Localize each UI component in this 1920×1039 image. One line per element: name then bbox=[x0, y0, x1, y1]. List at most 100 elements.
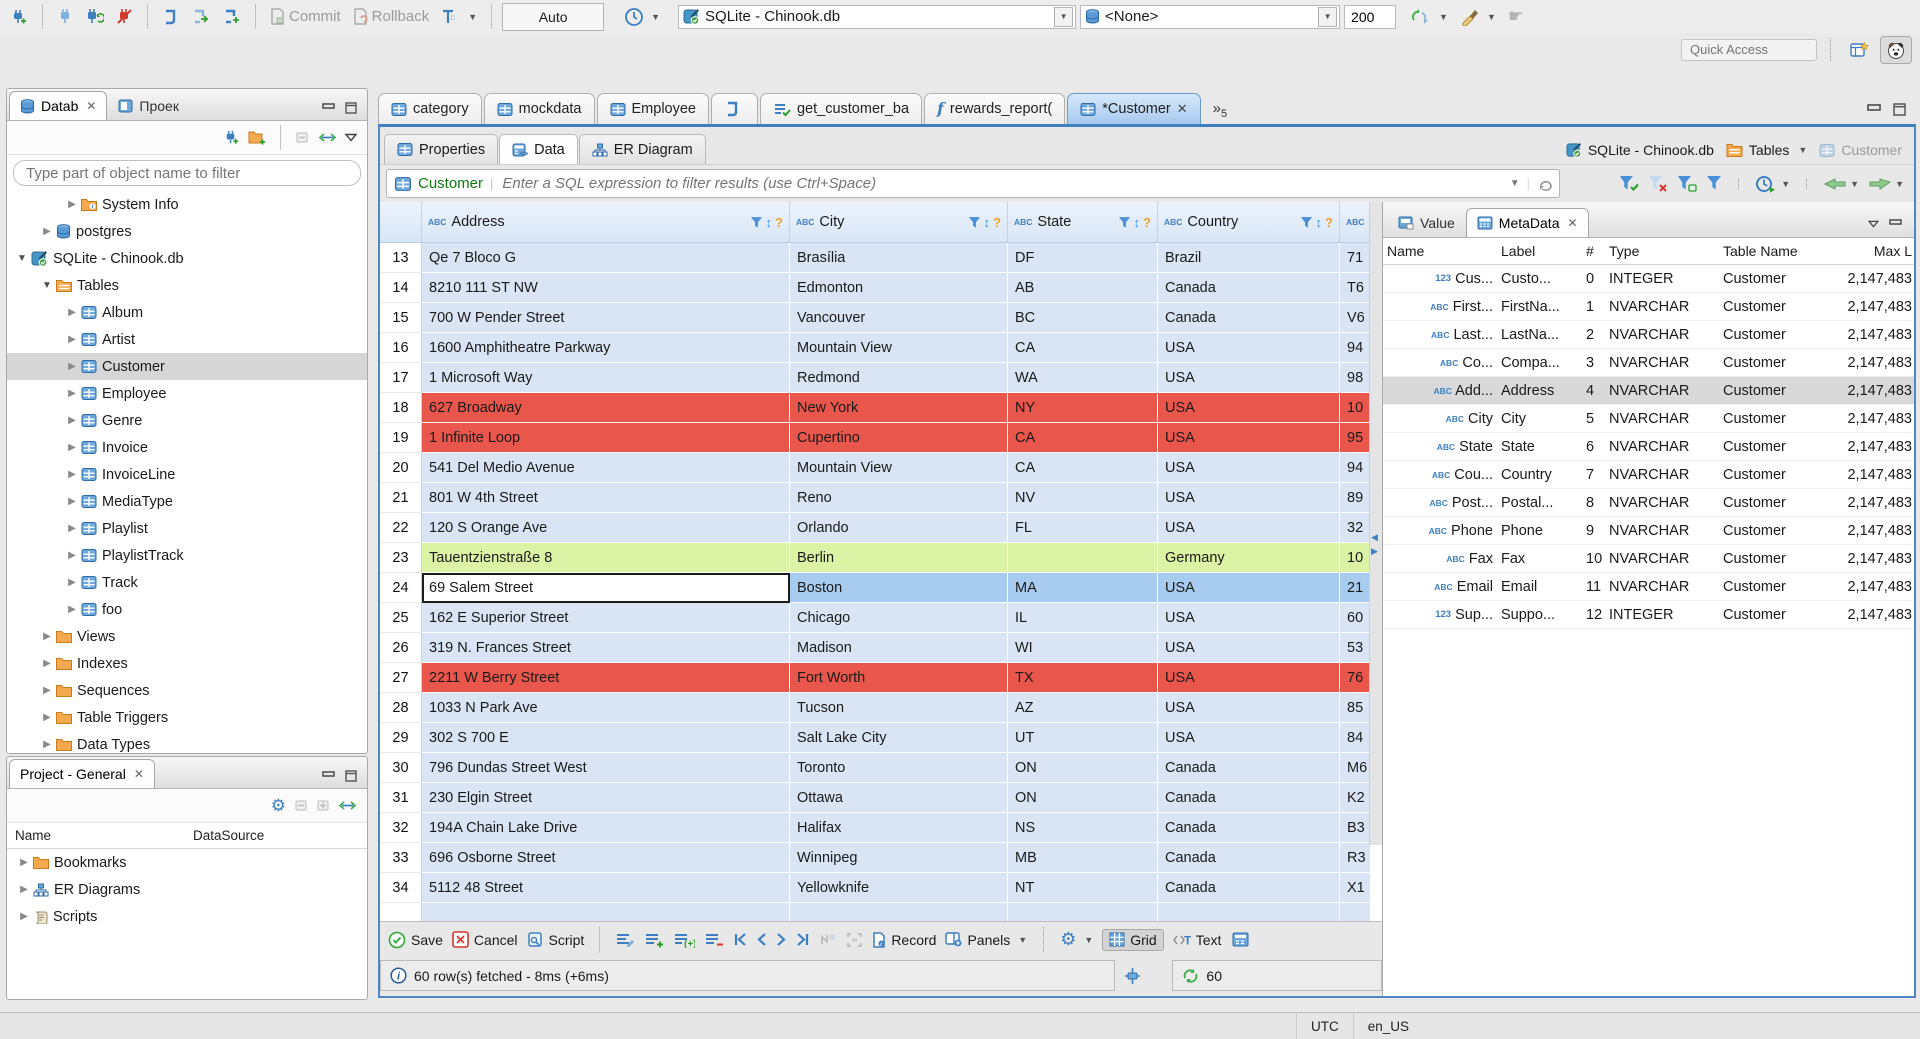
meta-cell-label[interactable]: Suppo... bbox=[1497, 607, 1585, 623]
grid-cell-city[interactable]: Edmonton bbox=[790, 273, 1008, 303]
meta-cell-table[interactable]: Customer bbox=[1719, 607, 1819, 623]
grid-cell-address[interactable]: 1033 N Park Ave bbox=[422, 693, 790, 723]
collapse-arrow-icon[interactable]: ▶ bbox=[65, 496, 79, 507]
sync-connection-icon[interactable]: ▼ bbox=[1406, 5, 1452, 29]
new-sql-editor-icon[interactable] bbox=[218, 5, 245, 29]
collapse-arrow-icon[interactable]: ▶ bbox=[65, 523, 79, 534]
settings-gear-icon[interactable]: ⚙ bbox=[271, 796, 286, 816]
row-number[interactable]: 27 bbox=[380, 663, 422, 693]
transaction-log-icon[interactable]: ▼ bbox=[620, 4, 664, 30]
breadcrumb-database[interactable]: SQLite - Chinook.db bbox=[1588, 142, 1714, 158]
sql-editor-icon[interactable] bbox=[158, 5, 183, 29]
tree-item-playlist[interactable]: ▶ Playlist bbox=[7, 515, 367, 542]
row-number[interactable]: 18 bbox=[380, 393, 422, 423]
grid-cell-address[interactable]: 319 N. Frances Street bbox=[422, 633, 790, 663]
meta-cell-type[interactable]: NVARCHAR bbox=[1605, 299, 1719, 315]
grid-cell-address[interactable]: 1600 Amphitheatre Parkway bbox=[422, 333, 790, 363]
grid-cell-address[interactable]: Qe 7 Bloco G bbox=[422, 243, 790, 273]
tree-item-indexes[interactable]: ▶ Indexes bbox=[7, 650, 367, 677]
row-number[interactable]: 21 bbox=[380, 483, 422, 513]
meta-cell-label[interactable]: Custo... bbox=[1497, 271, 1585, 287]
meta-cell-name[interactable]: ABC City bbox=[1383, 411, 1497, 427]
meta-cell-label[interactable]: FirstNa... bbox=[1497, 299, 1585, 315]
row-number[interactable]: 14 bbox=[380, 273, 422, 303]
editor-tab-category[interactable]: category bbox=[378, 93, 482, 124]
meta-cell-name[interactable]: ABC Email bbox=[1383, 579, 1497, 595]
grid-cell-state[interactable]: MA bbox=[1008, 573, 1158, 603]
grid-cell-city[interactable]: Winnipeg bbox=[790, 843, 1008, 873]
tree-item-views[interactable]: ▶ Views bbox=[7, 623, 367, 650]
auto-refresh-icon[interactable]: ▼ bbox=[1755, 174, 1790, 194]
row-number[interactable]: 32 bbox=[380, 813, 422, 843]
meta-cell-max[interactable]: 2,147,483 bbox=[1819, 411, 1914, 427]
open-perspective-icon[interactable] bbox=[1844, 37, 1874, 63]
collapse-arrow-icon[interactable]: ▶ bbox=[65, 415, 79, 426]
column-hint-icon[interactable]: ? bbox=[1325, 215, 1333, 230]
editor-tab-get-customer-ba[interactable]: get_customer_ba bbox=[759, 93, 923, 124]
project-item-er-diagrams[interactable]: ▶ ER Diagrams bbox=[7, 876, 367, 903]
script-button[interactable]: Script bbox=[527, 931, 584, 948]
tree-item-sequences[interactable]: ▶ Sequences bbox=[7, 677, 367, 704]
tree-item-employee[interactable]: ▶ Employee bbox=[7, 380, 367, 407]
close-icon[interactable]: ✕ bbox=[1567, 216, 1577, 230]
disconnect-icon[interactable] bbox=[112, 5, 137, 28]
grid-cell-postal[interactable]: 84 bbox=[1340, 723, 1370, 753]
table-row[interactable]: 26 319 N. Frances Street Madison WI USA 53 bbox=[380, 633, 1370, 663]
new-connection-icon[interactable] bbox=[6, 5, 32, 29]
column-header-country[interactable]: ABC Country ↕? bbox=[1158, 202, 1340, 242]
meta-column-type[interactable]: Type bbox=[1605, 243, 1719, 259]
grid-cell-country[interactable] bbox=[1158, 903, 1340, 921]
editor-tab-rewards-report-[interactable]: f rewards_report( bbox=[924, 93, 1066, 124]
table-row[interactable]: 17 1 Microsoft Way Redmond WA USA 98 bbox=[380, 363, 1370, 393]
grid-cell-postal[interactable]: 71 bbox=[1340, 243, 1370, 273]
tab-projects[interactable]: Проек bbox=[107, 91, 190, 120]
grid-cell-postal[interactable]: T6 bbox=[1340, 273, 1370, 303]
grid-cell-city[interactable]: New York bbox=[790, 393, 1008, 423]
table-row[interactable]: 32 194A Chain Lake Drive Halifax NS Canada B3 bbox=[380, 813, 1370, 843]
grid-cell-postal[interactable]: 95 bbox=[1340, 423, 1370, 453]
collapse-arrow-icon[interactable]: ▶ bbox=[65, 361, 79, 372]
grid-cell-country[interactable]: USA bbox=[1158, 363, 1340, 393]
row-number[interactable]: 33 bbox=[380, 843, 422, 873]
meta-cell-table[interactable]: Customer bbox=[1719, 271, 1819, 287]
collapse-arrow-icon[interactable]: ▶ bbox=[65, 442, 79, 453]
row-number[interactable]: 31 bbox=[380, 783, 422, 813]
meta-cell-table[interactable]: Customer bbox=[1719, 495, 1819, 511]
meta-column-name[interactable]: Name bbox=[1383, 243, 1497, 259]
row-number[interactable]: 28 bbox=[380, 693, 422, 723]
meta-row[interactable]: ABC Post... Postal... 8 NVARCHAR Customer 2,1… bbox=[1383, 489, 1914, 517]
collapse-arrow-icon[interactable]: ▶ bbox=[40, 739, 54, 750]
grid-cell-postal[interactable]: V6 bbox=[1340, 303, 1370, 333]
breadcrumb-container[interactable]: Tables bbox=[1749, 142, 1789, 158]
database-selector[interactable]: SQLite - Chinook.db ▼ bbox=[678, 4, 1077, 29]
table-row[interactable]: 29 302 S 700 E Salt Lake City UT USA 84 bbox=[380, 723, 1370, 753]
meta-cell-max[interactable]: 2,147,483 bbox=[1819, 439, 1914, 455]
grid-cell-country[interactable]: USA bbox=[1158, 633, 1340, 663]
meta-row[interactable]: 123 Sup... Suppo... 12 INTEGER Customer 2,147… bbox=[1383, 601, 1914, 629]
grid-cell-address[interactable]: Tauentzienstraße 8 bbox=[422, 543, 790, 573]
meta-cell-type[interactable]: NVARCHAR bbox=[1605, 551, 1719, 567]
collapse-arrow-icon[interactable]: ▶ bbox=[40, 658, 54, 669]
meta-cell-label[interactable]: LastNa... bbox=[1497, 327, 1585, 343]
grid-cell-state[interactable]: WI bbox=[1008, 633, 1158, 663]
filter-funnel-icon[interactable] bbox=[968, 216, 981, 229]
table-row[interactable]: 30 796 Dundas Street West Toronto ON Canada M… bbox=[380, 753, 1370, 783]
auto-refresh-status[interactable]: 60 bbox=[1172, 960, 1382, 991]
meta-cell-ordinal[interactable]: 1 bbox=[1585, 299, 1605, 315]
meta-cell-max[interactable]: 2,147,483 bbox=[1819, 271, 1914, 287]
grid-cell-address[interactable]: 5112 48 Street bbox=[422, 873, 790, 903]
edit-row-icon[interactable] bbox=[615, 932, 635, 948]
minimize-icon[interactable] bbox=[1867, 103, 1881, 116]
nav-forward-icon[interactable]: ▼ bbox=[1868, 177, 1904, 191]
row-number[interactable]: 25 bbox=[380, 603, 422, 633]
row-number[interactable]: 19 bbox=[380, 423, 422, 453]
collapse-arrow-icon[interactable]: ▶ bbox=[65, 199, 79, 210]
grid-cell-city[interactable]: Brasília bbox=[790, 243, 1008, 273]
link-with-editor-icon[interactable] bbox=[318, 131, 337, 144]
grid-cell-city[interactable]: Chicago bbox=[790, 603, 1008, 633]
view-menu-icon[interactable] bbox=[1868, 220, 1879, 228]
row-number-header[interactable] bbox=[380, 202, 422, 242]
meta-row[interactable]: ABC First... FirstNa... 1 NVARCHAR Customer 2… bbox=[1383, 293, 1914, 321]
meta-cell-table[interactable]: Customer bbox=[1719, 523, 1819, 539]
meta-cell-max[interactable]: 2,147,483 bbox=[1819, 607, 1914, 623]
